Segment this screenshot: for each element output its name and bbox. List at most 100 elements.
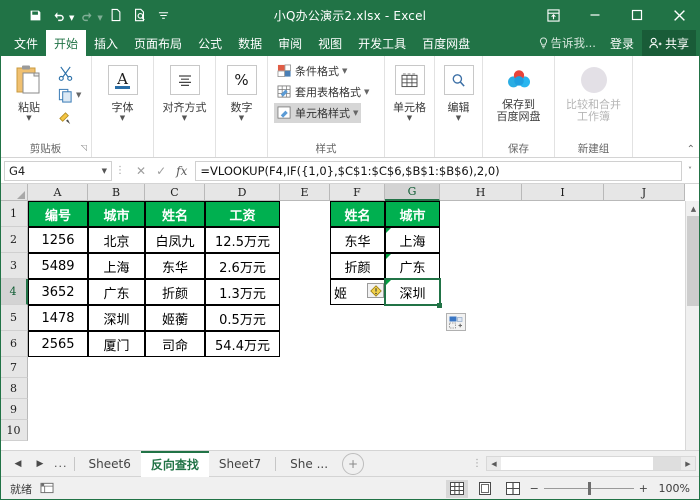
zoom-track[interactable] bbox=[543, 482, 634, 495]
minimize-icon[interactable] bbox=[574, 0, 616, 30]
format-as-table-button[interactable]: 套用表格格式 ▼ bbox=[274, 82, 372, 102]
horizontal-scrollbar[interactable]: ◀ ▶ bbox=[486, 456, 696, 471]
cells-button[interactable]: 单元格 ▼ bbox=[391, 60, 428, 122]
alignment-dropdown-icon[interactable]: ▼ bbox=[182, 115, 187, 122]
cell-B1[interactable]: 城市 bbox=[88, 201, 145, 227]
font-dropdown-icon[interactable]: ▼ bbox=[120, 115, 125, 122]
tab-home[interactable]: 开始 bbox=[46, 30, 87, 56]
cell-G2[interactable]: 上海 bbox=[385, 227, 440, 253]
expand-formula-bar-icon[interactable]: ˅ bbox=[682, 166, 698, 175]
tab-baidu-netdisk[interactable]: 百度网盘 bbox=[414, 30, 478, 56]
cell-G1[interactable]: 城市 bbox=[385, 201, 440, 227]
redo-dropdown-icon[interactable]: ▼ bbox=[97, 14, 102, 22]
nav-next-sheet-icon[interactable]: ▶ bbox=[30, 454, 50, 474]
page-layout-view-button[interactable] bbox=[474, 480, 496, 498]
column-header-b[interactable]: B bbox=[88, 184, 145, 201]
column-header-c[interactable]: C bbox=[145, 184, 205, 201]
cell-A1[interactable]: 编号 bbox=[28, 201, 88, 227]
row-header-4[interactable]: 4 bbox=[0, 279, 28, 305]
hscroll-track[interactable] bbox=[501, 457, 653, 470]
cell-B4[interactable]: 广东 bbox=[88, 279, 145, 305]
redo-icon[interactable] bbox=[76, 4, 98, 26]
cell-B6[interactable]: 厦门 bbox=[88, 331, 145, 357]
column-header-a[interactable]: A bbox=[28, 184, 88, 201]
error-checking-smart-tag[interactable] bbox=[367, 283, 384, 298]
column-header-i[interactable]: I bbox=[522, 184, 604, 201]
conditional-formatting-dropdown-icon[interactable]: ▼ bbox=[342, 67, 347, 75]
add-sheet-button[interactable]: + bbox=[342, 452, 365, 475]
cell-B2[interactable]: 北京 bbox=[88, 227, 145, 253]
hscroll-left-button[interactable]: ◀ bbox=[487, 457, 501, 470]
cell-A6[interactable]: 2565 bbox=[28, 331, 88, 357]
cell-D2[interactable]: 12.5万元 bbox=[205, 227, 280, 253]
cell-C5[interactable]: 姬蘅 bbox=[145, 305, 205, 331]
fill-handle[interactable] bbox=[437, 303, 442, 308]
cell-styles-button[interactable]: 单元格样式 ▼ bbox=[274, 103, 362, 123]
undo-dropdown-icon[interactable]: ▼ bbox=[69, 14, 74, 22]
row-header-2[interactable]: 2 bbox=[0, 227, 28, 253]
cell-G4[interactable]: 深圳 bbox=[385, 279, 440, 305]
cell-B3[interactable]: 上海 bbox=[88, 253, 145, 279]
format-as-table-dropdown-icon[interactable]: ▼ bbox=[364, 88, 369, 96]
save-to-baidu-button[interactable]: 保存到 百度网盘 bbox=[489, 60, 548, 123]
record-macro-icon[interactable] bbox=[40, 481, 54, 497]
select-all-button[interactable] bbox=[0, 184, 28, 201]
scroll-up-button[interactable]: ▲ bbox=[686, 201, 700, 216]
cell-C1[interactable]: 姓名 bbox=[145, 201, 205, 227]
sheet-tab-truncated[interactable]: She ... bbox=[280, 451, 338, 477]
sheet-tab-reverse-lookup[interactable]: 反向查找 bbox=[140, 450, 209, 477]
page-break-view-button[interactable] bbox=[502, 480, 524, 498]
cell-A5[interactable]: 1478 bbox=[28, 305, 88, 331]
cell-G3[interactable]: 广东 bbox=[385, 253, 440, 279]
cell-C6[interactable]: 司命 bbox=[145, 331, 205, 357]
tab-insert[interactable]: 插入 bbox=[86, 30, 126, 56]
tab-data[interactable]: 数据 bbox=[230, 30, 270, 56]
font-button[interactable]: A 字体 ▼ bbox=[100, 60, 146, 122]
cell-D6[interactable]: 54.4万元 bbox=[205, 331, 280, 357]
sign-in-button[interactable]: 登录 bbox=[602, 30, 642, 56]
row-header-9[interactable]: 9 bbox=[0, 399, 28, 420]
tab-formulas[interactable]: 公式 bbox=[190, 30, 230, 56]
zoom-slider[interactable]: − + bbox=[530, 482, 648, 495]
zoom-out-button[interactable]: − bbox=[530, 482, 539, 495]
tab-page-layout[interactable]: 页面布局 bbox=[126, 30, 190, 56]
sheet-tab-sheet7[interactable]: Sheet7 bbox=[209, 451, 271, 477]
insert-function-icon[interactable]: fx bbox=[176, 164, 187, 178]
ribbon-display-options-icon[interactable] bbox=[532, 0, 574, 30]
sheet-tab-sheet6[interactable]: Sheet6 bbox=[79, 451, 141, 477]
undo-icon[interactable] bbox=[48, 4, 70, 26]
tab-view[interactable]: 视图 bbox=[310, 30, 350, 56]
cell-C3[interactable]: 东华 bbox=[145, 253, 205, 279]
name-box-dropdown-icon[interactable]: ▼ bbox=[102, 167, 107, 175]
save-icon[interactable] bbox=[24, 4, 46, 26]
tab-developer[interactable]: 开发工具 bbox=[350, 30, 414, 56]
cell-D4[interactable]: 1.3万元 bbox=[205, 279, 280, 305]
customize-qat-icon[interactable] bbox=[153, 4, 175, 26]
tab-review[interactable]: 审阅 bbox=[270, 30, 310, 56]
compare-merge-workbooks-button[interactable]: 比较和合并 工作簿 bbox=[561, 60, 626, 123]
cells-dropdown-icon[interactable]: ▼ bbox=[407, 115, 412, 122]
paste-button[interactable]: 粘贴 ▼ bbox=[6, 60, 52, 122]
row-header-5[interactable]: 5 bbox=[0, 305, 28, 331]
column-header-d[interactable]: D bbox=[205, 184, 280, 201]
tell-me-box[interactable]: 告诉我... bbox=[533, 30, 602, 56]
cell-C4[interactable]: 折颜 bbox=[145, 279, 205, 305]
confirm-edit-icon[interactable]: ✓ bbox=[156, 164, 166, 178]
row-header-7[interactable]: 7 bbox=[0, 357, 28, 378]
paste-options-button[interactable] bbox=[446, 313, 466, 331]
column-header-h[interactable]: H bbox=[440, 184, 522, 201]
cell-A2[interactable]: 1256 bbox=[28, 227, 88, 253]
clipboard-dialog-launcher-icon[interactable]: ◹ bbox=[81, 140, 87, 156]
nav-previous-sheet-icon[interactable]: ◀ bbox=[8, 454, 28, 474]
cell-D1[interactable]: 工资 bbox=[205, 201, 280, 227]
vertical-scroll-thumb[interactable] bbox=[687, 216, 700, 306]
print-preview-icon[interactable] bbox=[129, 4, 151, 26]
column-header-j[interactable]: J bbox=[604, 184, 685, 201]
cell-C2[interactable]: 白凤九 bbox=[145, 227, 205, 253]
vertical-scrollbar[interactable]: ▲ bbox=[685, 201, 700, 450]
new-file-icon[interactable] bbox=[105, 4, 127, 26]
normal-view-button[interactable] bbox=[445, 479, 468, 498]
conditional-formatting-button[interactable]: 条件格式 ▼ bbox=[274, 61, 350, 81]
zoom-thumb[interactable] bbox=[587, 482, 591, 495]
formula-input[interactable]: =VLOOKUP(F4,IF({1,0},$C$1:$C$6,$B$1:$B$6… bbox=[195, 160, 682, 181]
